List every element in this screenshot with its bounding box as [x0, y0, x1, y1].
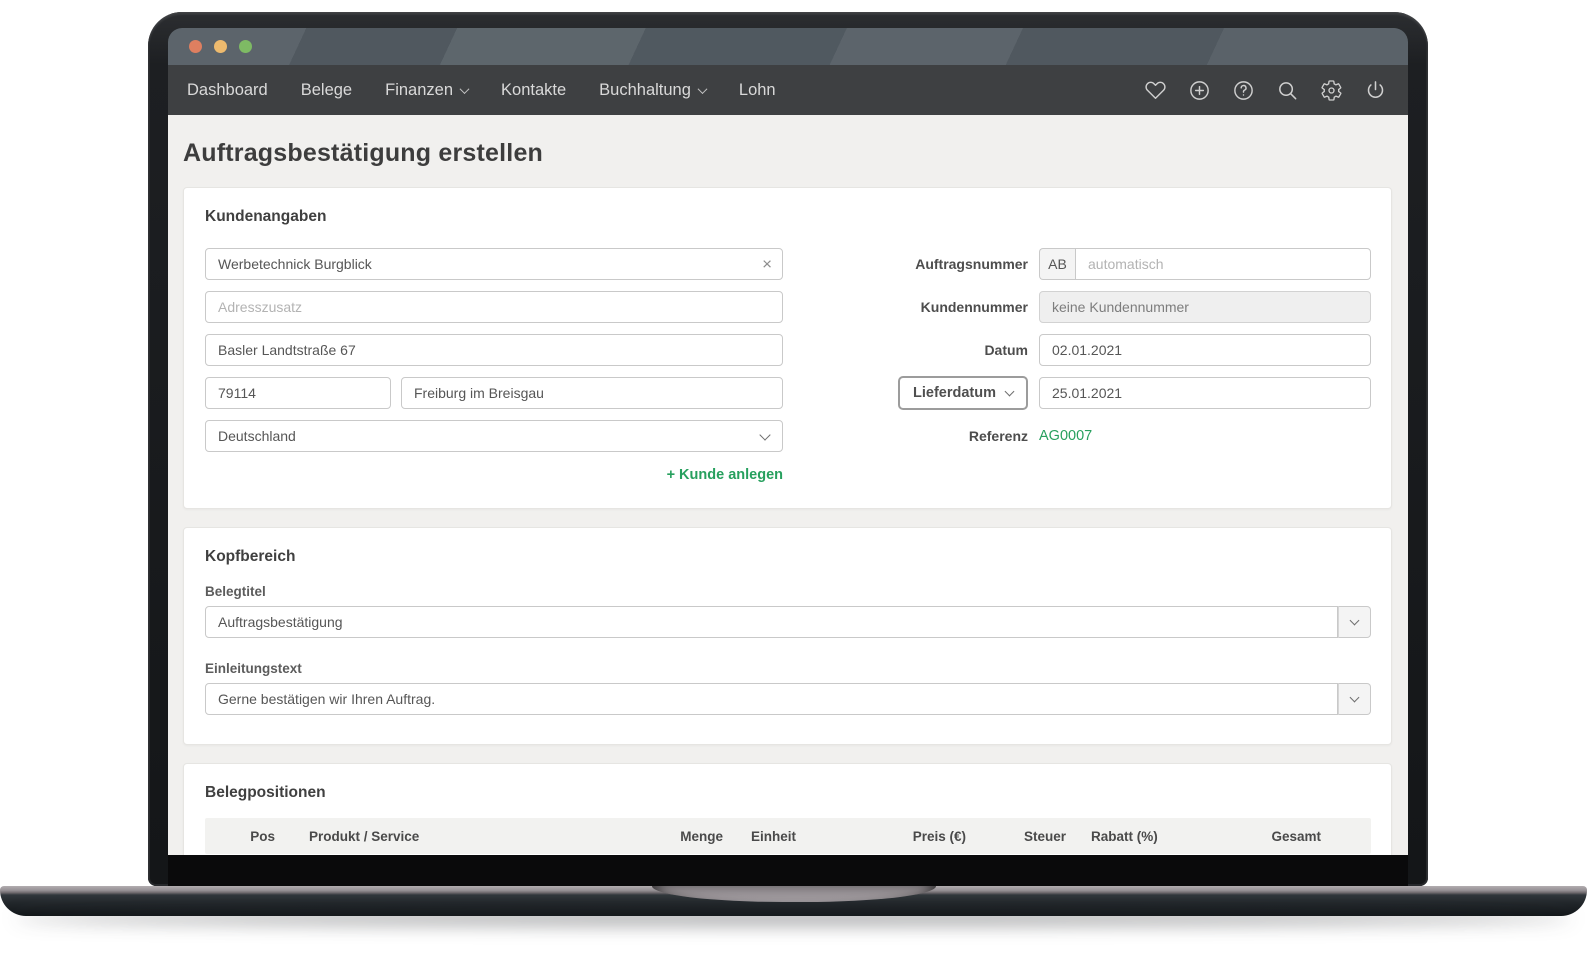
customer-form: ×	[205, 248, 1371, 484]
positions-section-title: Belegpositionen	[205, 784, 326, 801]
nav-item-lohn[interactable]: Lohn	[739, 81, 776, 100]
screen-bottom-bezel	[168, 855, 1408, 886]
window-close-dot[interactable]	[189, 40, 202, 53]
nav-label: Lohn	[738, 80, 776, 99]
search-icon[interactable]	[1276, 79, 1299, 102]
doc-title-input[interactable]	[205, 606, 1338, 638]
gear-icon[interactable]	[1320, 79, 1343, 102]
zip-city-row	[205, 377, 783, 409]
country-input[interactable]	[205, 420, 783, 452]
positions-section: Belegpositionen Pos Produkt / Service Me…	[183, 763, 1392, 855]
page-content: Auftragsbestätigung erstellen Kundenanga…	[168, 115, 1408, 855]
nav-item-belege[interactable]: Belege	[301, 81, 352, 100]
page-title: Auftragsbestätigung erstellen	[183, 139, 544, 167]
customer-meta-column: Auftragsnummer AB Kundennummer	[795, 248, 1371, 484]
chevron-down-icon	[1349, 615, 1360, 626]
customer-section-title: Kundenangaben	[205, 208, 327, 225]
doc-title-label: Belegtitel	[205, 584, 266, 599]
nav-label: Dashboard	[187, 80, 268, 99]
intro-text-group	[205, 683, 1371, 715]
order-number-input[interactable]	[1075, 248, 1371, 280]
street-input[interactable]	[205, 334, 783, 366]
window-maximize-dot[interactable]	[239, 40, 252, 53]
nav-label: Kontakte	[501, 80, 567, 99]
nav-item-dashboard[interactable]: Dashboard	[187, 81, 268, 100]
header-section: Kopfbereich Belegtitel Einleitungstext	[183, 527, 1392, 745]
column-header-qty: Menge	[680, 828, 723, 844]
reference-label: Referenz	[968, 428, 1028, 444]
chevron-down-icon	[697, 83, 708, 94]
delivery-date-wrap	[1039, 377, 1371, 409]
reference-wrap: AG0007	[1039, 420, 1371, 452]
order-number-group: AB	[1039, 248, 1371, 280]
column-header-price: Preis (€)	[912, 828, 966, 844]
date-input[interactable]	[1039, 334, 1371, 366]
nav-label: Buchhaltung	[599, 80, 691, 99]
intro-text-input[interactable]	[205, 683, 1338, 715]
customer-address-column: ×	[205, 248, 783, 484]
delivery-date-input[interactable]	[1039, 377, 1371, 409]
window-minimize-dot[interactable]	[214, 40, 227, 53]
customer-number-wrap	[1039, 291, 1371, 323]
address-suffix-input[interactable]	[205, 291, 783, 323]
column-header-discount: Rabatt (%)	[1091, 828, 1158, 844]
customer-number-label: Kundennummer	[920, 299, 1028, 315]
column-header-product: Produkt / Service	[309, 828, 420, 844]
plus-circle-icon[interactable]	[1188, 79, 1211, 102]
nav-item-kontakte[interactable]: Kontakte	[501, 81, 566, 100]
add-customer-link[interactable]: + Kunde anlegen	[667, 467, 783, 483]
nav-icon-group	[1144, 79, 1387, 102]
help-icon[interactable]	[1232, 79, 1255, 102]
city-input[interactable]	[401, 377, 783, 409]
nav-label: Belege	[300, 80, 353, 99]
zip-input[interactable]	[205, 377, 391, 409]
intro-text-dropdown-button[interactable]	[1338, 683, 1371, 715]
window-titlebar	[168, 28, 1408, 65]
customer-number-input	[1039, 291, 1371, 323]
reference-value-link[interactable]: AG0007	[1039, 420, 1371, 452]
chevron-down-icon	[1349, 692, 1360, 703]
doc-title-group	[205, 606, 1371, 638]
laptop-mockup: Dashboard Belege Finanzen Kontakte Buchh…	[0, 0, 1587, 970]
date-label: Datum	[984, 342, 1028, 358]
main-navbar: Dashboard Belege Finanzen Kontakte Buchh…	[168, 65, 1408, 115]
delivery-date-row: Lieferdatum	[795, 376, 1371, 410]
add-customer-row: + Kunde anlegen	[205, 466, 783, 484]
heart-icon[interactable]	[1144, 79, 1167, 102]
order-number-row: Auftragsnummer AB	[795, 248, 1371, 280]
customer-section: Kundenangaben ×	[183, 187, 1392, 509]
column-header-pos: Pos	[250, 828, 275, 844]
customer-number-row: Kundennummer	[795, 291, 1371, 323]
delivery-date-type-button[interactable]: Lieferdatum	[898, 376, 1028, 410]
laptop-base-notch	[651, 886, 936, 902]
column-header-total: Gesamt	[1271, 828, 1321, 844]
order-number-prefix: AB	[1039, 248, 1075, 280]
reference-row: Referenz AG0007	[795, 420, 1371, 452]
delivery-date-label-cell: Lieferdatum	[795, 376, 1028, 410]
chevron-down-icon	[1004, 386, 1015, 397]
doc-title-dropdown-button[interactable]	[1338, 606, 1371, 638]
customer-name-input[interactable]	[205, 248, 783, 280]
date-row: Datum	[795, 334, 1371, 366]
order-number-label: Auftragsnummer	[915, 256, 1028, 272]
nav-label: Finanzen	[385, 80, 454, 99]
laptop-shadow	[14, 912, 1573, 924]
column-header-unit: Einheit	[751, 828, 797, 844]
customer-name-wrap: ×	[205, 248, 783, 280]
header-section-title: Kopfbereich	[205, 548, 296, 565]
intro-text-label: Einleitungstext	[205, 661, 302, 676]
positions-table-header: Pos Produkt / Service Menge Einheit Prei…	[205, 818, 1371, 854]
laptop-frame: Dashboard Belege Finanzen Kontakte Buchh…	[148, 12, 1428, 886]
nav-item-buchhaltung[interactable]: Buchhaltung	[599, 80, 708, 100]
screen: Dashboard Belege Finanzen Kontakte Buchh…	[168, 28, 1408, 886]
chevron-down-icon	[459, 83, 470, 94]
delivery-date-type-label: Lieferdatum	[913, 385, 996, 401]
country-select[interactable]	[205, 420, 783, 452]
date-wrap	[1039, 334, 1371, 366]
power-icon[interactable]	[1364, 79, 1387, 102]
nav-item-finanzen[interactable]: Finanzen	[385, 80, 470, 100]
column-header-tax: Steuer	[1023, 828, 1066, 844]
clear-customer-icon[interactable]: ×	[762, 256, 772, 273]
